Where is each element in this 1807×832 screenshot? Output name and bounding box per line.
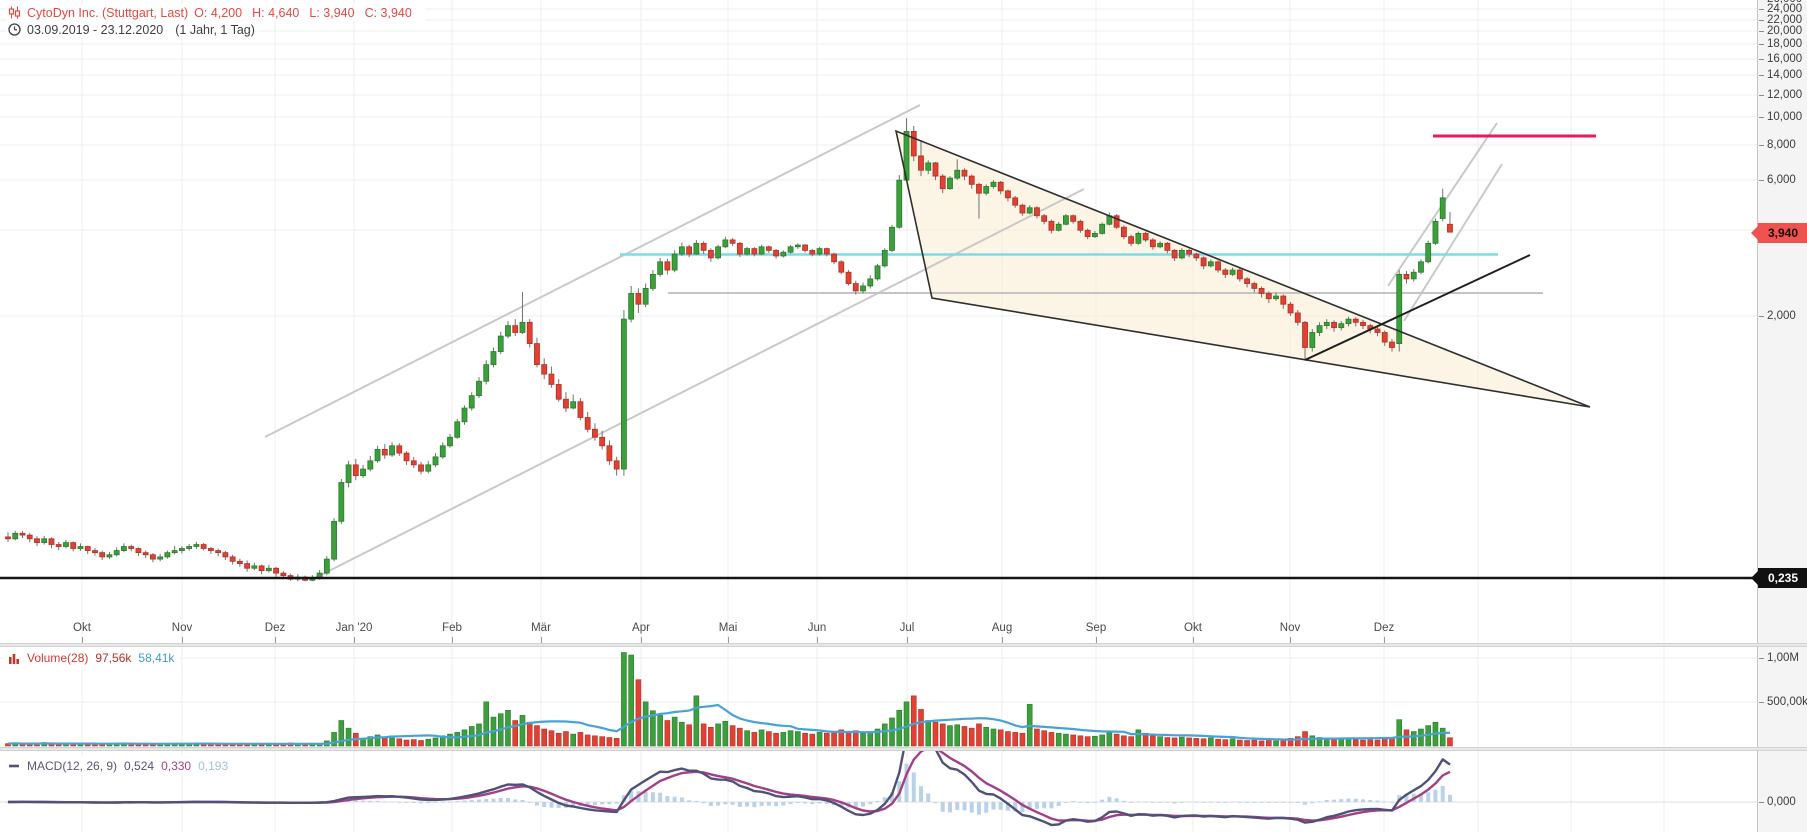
macd-0,000-label: 0,000 bbox=[1767, 796, 1796, 808]
price-8,000-label: 8,000 bbox=[1767, 139, 1796, 151]
trend-channel-upper[interactable] bbox=[264, 104, 921, 438]
last-price-tag: 3,940 bbox=[1751, 223, 1807, 243]
price-18,000-tick bbox=[1759, 44, 1764, 45]
month-label-Dez: Dez bbox=[1373, 622, 1395, 634]
price-18,000-label: 18,000 bbox=[1767, 38, 1803, 50]
price-10,000-tick bbox=[1759, 117, 1764, 118]
month-label-Sep: Sep bbox=[1085, 622, 1107, 634]
macd-0,000-tick bbox=[1759, 802, 1764, 803]
volume-last-value: 97,56k bbox=[95, 651, 132, 665]
price-14,000-label: 14,000 bbox=[1767, 69, 1803, 81]
month-label-Okt: Okt bbox=[73, 622, 91, 634]
price-12,000-tick bbox=[1759, 95, 1764, 96]
price-16,000-label: 16,000 bbox=[1767, 53, 1803, 65]
price-20,000-tick bbox=[1759, 31, 1764, 32]
baseline-tag-arrow bbox=[1751, 571, 1758, 585]
instrument-row: CytoDyn Inc. (Stuttgart, Last) O: 4,200 H… bbox=[6, 4, 426, 21]
baseline-tag-label: 0,235 bbox=[1767, 571, 1799, 585]
month-label-Apr: Apr bbox=[632, 622, 650, 634]
month-label-Okt: Okt bbox=[1184, 622, 1202, 634]
candlestick-icon bbox=[8, 6, 21, 19]
timeframe-row: 03.09.2019 - 23.12.2020 (1 Jahr, 1 Tag) bbox=[6, 21, 259, 38]
month-label-Nov: Nov bbox=[1279, 622, 1301, 634]
panel-separator-macd[interactable] bbox=[0, 747, 1807, 751]
macd-hist-value: 0,193 bbox=[198, 759, 229, 773]
volume-indicator-name: Volume(28) bbox=[27, 651, 89, 665]
high-value: H: 4,640 bbox=[252, 5, 300, 20]
month-label-Nov: Nov bbox=[171, 622, 193, 634]
price-22,000-tick bbox=[1759, 20, 1764, 21]
price-6,000-label: 6,000 bbox=[1767, 174, 1796, 186]
instrument-title: CytoDyn Inc. (Stuttgart, Last) bbox=[27, 5, 189, 20]
price-2,000-label: 2,000 bbox=[1767, 310, 1796, 322]
baseline-price-tag: 0,235 bbox=[1751, 568, 1807, 588]
panel-separator-volume[interactable] bbox=[0, 643, 1807, 647]
price-10,000-label: 10,000 bbox=[1767, 111, 1803, 123]
month-label-Jul: Jul bbox=[899, 622, 915, 634]
volume-ma-value: 58,41k bbox=[138, 651, 175, 665]
price-12,000-label: 12,000 bbox=[1767, 89, 1803, 101]
month-label-Dez: Dez bbox=[264, 622, 286, 634]
trend-channel-lower[interactable] bbox=[314, 188, 1085, 579]
volume-500,00k-label: 500,00k bbox=[1767, 696, 1807, 708]
low-value: L: 3,940 bbox=[309, 5, 355, 20]
chart-application: CytoDyn Inc. (Stuttgart, Last) O: 4,200 H… bbox=[0, 0, 1807, 832]
volume-500,00k-tick bbox=[1759, 702, 1764, 703]
last-price-tag-arrow bbox=[1751, 226, 1758, 240]
macd-icon bbox=[9, 764, 19, 768]
price-8,000-tick bbox=[1759, 145, 1764, 146]
month-label-Aug: Aug bbox=[991, 622, 1013, 634]
price-24,000-tick bbox=[1759, 9, 1764, 10]
price-2,000-tick bbox=[1759, 316, 1764, 317]
price-6,000-tick bbox=[1759, 180, 1764, 181]
price-20,000-label: 20,000 bbox=[1767, 25, 1803, 37]
instrument-legend: CytoDyn Inc. (Stuttgart, Last) O: 4,200 H… bbox=[6, 4, 426, 38]
macd-indicator-name: MACD(12, 26, 9) bbox=[27, 759, 118, 773]
macd-signal-value: 0,330 bbox=[161, 759, 192, 773]
chart-canvas[interactable] bbox=[0, 0, 1757, 832]
timeframe: (1 Jahr, 1 Tag) bbox=[175, 22, 255, 37]
date-range: 03.09.2019 - 23.12.2020 bbox=[27, 22, 164, 37]
price-axis[interactable]: 26,00024,00022,00020,00018,00016,00014,0… bbox=[1751, 0, 1807, 832]
month-label-Mr: Mär bbox=[531, 622, 551, 634]
last-price-tag-label: 3,940 bbox=[1767, 226, 1799, 240]
price-14,000-tick bbox=[1759, 75, 1764, 76]
month-label-Jun: Jun bbox=[807, 622, 827, 634]
price-16,000-tick bbox=[1759, 59, 1764, 60]
close-value: C: 3,940 bbox=[364, 5, 412, 20]
volume-series bbox=[5, 652, 1453, 747]
volume-ma-line bbox=[7, 703, 1451, 746]
month-label-Jan20: Jan '20 bbox=[335, 622, 373, 634]
macd-legend: MACD(12, 26, 9) 0,524 0,330 0,193 bbox=[4, 757, 235, 775]
macd-value: 0,524 bbox=[124, 759, 155, 773]
ohlc-values: O: 4,200 H: 4,640 L: 3,940 C: 3,940 bbox=[194, 5, 422, 21]
clock-icon bbox=[8, 23, 21, 36]
month-label-Mai: Mai bbox=[718, 622, 738, 634]
open-value: O: 4,200 bbox=[194, 5, 243, 20]
volume-1,00M-label: 1,00M bbox=[1767, 652, 1799, 664]
month-label-Feb: Feb bbox=[442, 622, 462, 634]
volume-icon bbox=[9, 654, 19, 664]
volume-legend: Volume(28) 97,56k 58,41k bbox=[4, 649, 181, 667]
candle-series bbox=[5, 118, 1453, 582]
volume-1,00M-tick bbox=[1759, 658, 1764, 659]
